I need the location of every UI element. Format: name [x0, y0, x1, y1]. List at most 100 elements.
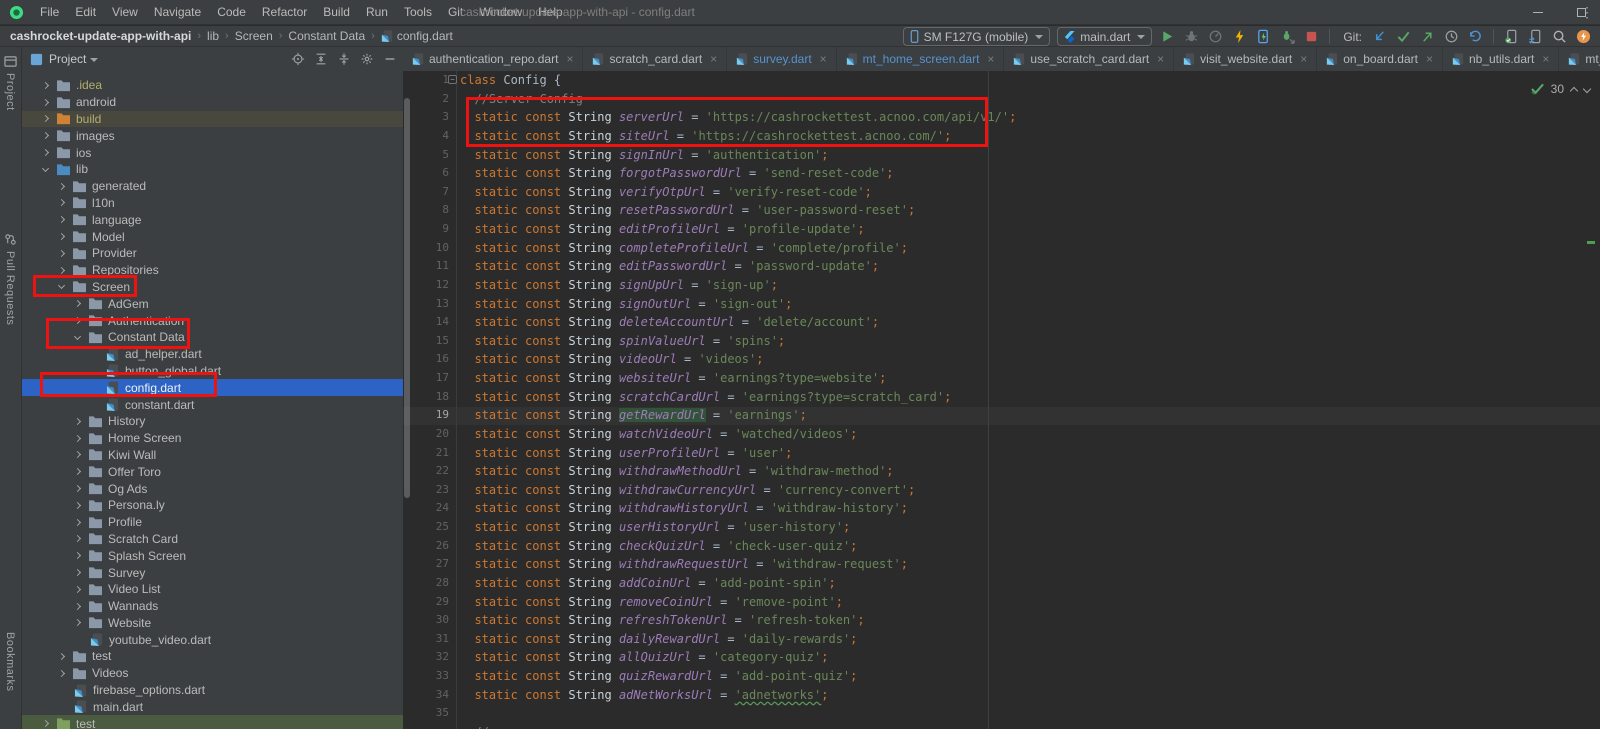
- menu-navigate[interactable]: Navigate: [146, 0, 209, 24]
- history-icon[interactable]: [1443, 28, 1460, 45]
- tree-item-generated[interactable]: generated: [22, 178, 403, 195]
- collapse-all-icon[interactable]: [337, 52, 351, 66]
- chevron-collapsed-icon[interactable]: [74, 317, 81, 324]
- menu-edit[interactable]: Edit: [67, 0, 104, 24]
- code-editor[interactable]: 1234567891011121314151617181920212223242…: [403, 71, 1600, 729]
- chevron-collapsed-icon[interactable]: [74, 468, 81, 475]
- error-stripe-mark[interactable]: [1587, 241, 1595, 244]
- project-tool-icon[interactable]: [4, 55, 17, 68]
- line-number[interactable]: 24: [403, 499, 449, 518]
- chevron-expanded-icon[interactable]: [58, 282, 65, 289]
- tab-authentication_repo-dart[interactable]: authentication_repo.dart×: [403, 47, 583, 71]
- minimize-button[interactable]: [1533, 12, 1543, 13]
- chevron-collapsed-icon[interactable]: [74, 418, 81, 425]
- close-icon[interactable]: ×: [1426, 52, 1433, 66]
- line-number[interactable]: 33: [403, 667, 449, 686]
- tree-item-language[interactable]: language: [22, 211, 403, 228]
- debug-icon[interactable]: [1183, 28, 1200, 45]
- tree-item-screen[interactable]: Screen: [22, 279, 403, 296]
- tree-item-model[interactable]: Model: [22, 228, 403, 245]
- chevron-expanded-icon[interactable]: [42, 165, 49, 172]
- chevron-collapsed-icon[interactable]: [58, 199, 65, 206]
- hot-restart-icon[interactable]: [1255, 28, 1272, 45]
- line-number[interactable]: 30: [403, 611, 449, 630]
- line-number[interactable]: 34: [403, 686, 449, 705]
- breadcrumb-item[interactable]: Screen: [235, 29, 273, 43]
- menu-refactor[interactable]: Refactor: [254, 0, 315, 24]
- line-number[interactable]: 29: [403, 593, 449, 612]
- tree-item-wannads[interactable]: Wannads: [22, 598, 403, 615]
- chevron-down-icon[interactable]: [90, 58, 98, 62]
- expand-all-icon[interactable]: [314, 52, 328, 66]
- next-problem-icon[interactable]: [1583, 85, 1591, 93]
- line-number[interactable]: 25: [403, 518, 449, 537]
- tab-mt_football-dart[interactable]: mt_football.dart×: [1559, 47, 1600, 71]
- fold-marker-icon[interactable]: −: [448, 75, 457, 84]
- tree-item-kiwi-wall[interactable]: Kiwi Wall: [22, 447, 403, 464]
- close-icon[interactable]: ×: [820, 52, 827, 66]
- line-number[interactable]: 1: [403, 71, 449, 90]
- sync-device-icon[interactable]: [1527, 28, 1544, 45]
- chevron-collapsed-icon[interactable]: [74, 300, 81, 307]
- chevron-collapsed-icon[interactable]: [74, 519, 81, 526]
- attach-debugger-icon[interactable]: [1279, 28, 1296, 45]
- tree-item-ios[interactable]: ios: [22, 144, 403, 161]
- tree-item-offer-toro[interactable]: Offer Toro: [22, 463, 403, 480]
- device-selector[interactable]: SM F127G (mobile): [903, 27, 1051, 46]
- close-icon[interactable]: ×: [1542, 52, 1549, 66]
- chevron-collapsed-icon[interactable]: [58, 216, 65, 223]
- chevron-collapsed-icon[interactable]: [74, 451, 81, 458]
- chevron-collapsed-icon[interactable]: [42, 82, 49, 89]
- tab-use_scratch_card-dart[interactable]: use_scratch_card.dart×: [1004, 47, 1174, 71]
- breadcrumb-item[interactable]: Constant Data: [288, 29, 365, 43]
- run-config-selector[interactable]: main.dart: [1057, 27, 1152, 46]
- chevron-collapsed-icon[interactable]: [58, 653, 65, 660]
- sidebar-item-pull-requests[interactable]: Pull Requests: [4, 251, 16, 325]
- project-panel-title[interactable]: Project: [49, 52, 86, 66]
- line-number[interactable]: 32: [403, 648, 449, 667]
- tree-item-constant-data[interactable]: Constant Data: [22, 329, 403, 346]
- chevron-collapsed-icon[interactable]: [74, 603, 81, 610]
- tab-visit_website-dart[interactable]: visit_website.dart×: [1174, 47, 1317, 71]
- tree-item-build[interactable]: build: [22, 111, 403, 128]
- close-icon[interactable]: ×: [987, 52, 994, 66]
- line-number[interactable]: 35: [403, 704, 449, 723]
- menu-view[interactable]: View: [104, 0, 146, 24]
- tree-item-persona-ly[interactable]: Persona.ly: [22, 497, 403, 514]
- chevron-collapsed-icon[interactable]: [74, 535, 81, 542]
- chevron-collapsed-icon[interactable]: [74, 619, 81, 626]
- device-manager-icon[interactable]: [1503, 28, 1520, 45]
- tree-item-video-list[interactable]: Video List: [22, 581, 403, 598]
- breadcrumb-item[interactable]: config.dart: [397, 29, 453, 43]
- menu-build[interactable]: Build: [315, 0, 358, 24]
- git-push-icon[interactable]: [1419, 28, 1436, 45]
- tree-item-images[interactable]: images: [22, 127, 403, 144]
- chevron-collapsed-icon[interactable]: [42, 132, 49, 139]
- tab-survey-dart[interactable]: survey.dart×: [727, 47, 836, 71]
- pull-requests-icon[interactable]: [4, 233, 17, 246]
- tree-item-splash-screen[interactable]: Splash Screen: [22, 547, 403, 564]
- tree-item-survey[interactable]: Survey: [22, 564, 403, 581]
- chevron-collapsed-icon[interactable]: [58, 267, 65, 274]
- chevron-collapsed-icon[interactable]: [74, 435, 81, 442]
- hide-icon[interactable]: [383, 52, 397, 66]
- prev-problem-icon[interactable]: [1570, 87, 1578, 95]
- chevron-collapsed-icon[interactable]: [42, 115, 49, 122]
- tree-item-provider[interactable]: Provider: [22, 245, 403, 262]
- line-number[interactable]: 31: [403, 630, 449, 649]
- avatar-icon[interactable]: [1575, 28, 1592, 45]
- tab-options-icon[interactable]: ⋮: [1580, 4, 1594, 21]
- hot-reload-icon[interactable]: [1231, 28, 1248, 45]
- locate-icon[interactable]: [291, 52, 305, 66]
- close-icon[interactable]: ×: [1300, 52, 1307, 66]
- line-number[interactable]: [403, 723, 449, 729]
- tab-nb_utils-dart[interactable]: nb_utils.dart×: [1443, 47, 1559, 71]
- tree-item-og-ads[interactable]: Og Ads: [22, 480, 403, 497]
- tree-item-android[interactable]: android: [22, 94, 403, 111]
- settings-icon[interactable]: [360, 52, 374, 66]
- chevron-collapsed-icon[interactable]: [74, 552, 81, 559]
- tree-item-main-dart[interactable]: main.dart: [22, 698, 403, 715]
- stop-icon[interactable]: [1303, 28, 1320, 45]
- tree-item-lib[interactable]: lib: [22, 161, 403, 178]
- tree-item-ad-helper-dart[interactable]: ad_helper.dart: [22, 346, 403, 363]
